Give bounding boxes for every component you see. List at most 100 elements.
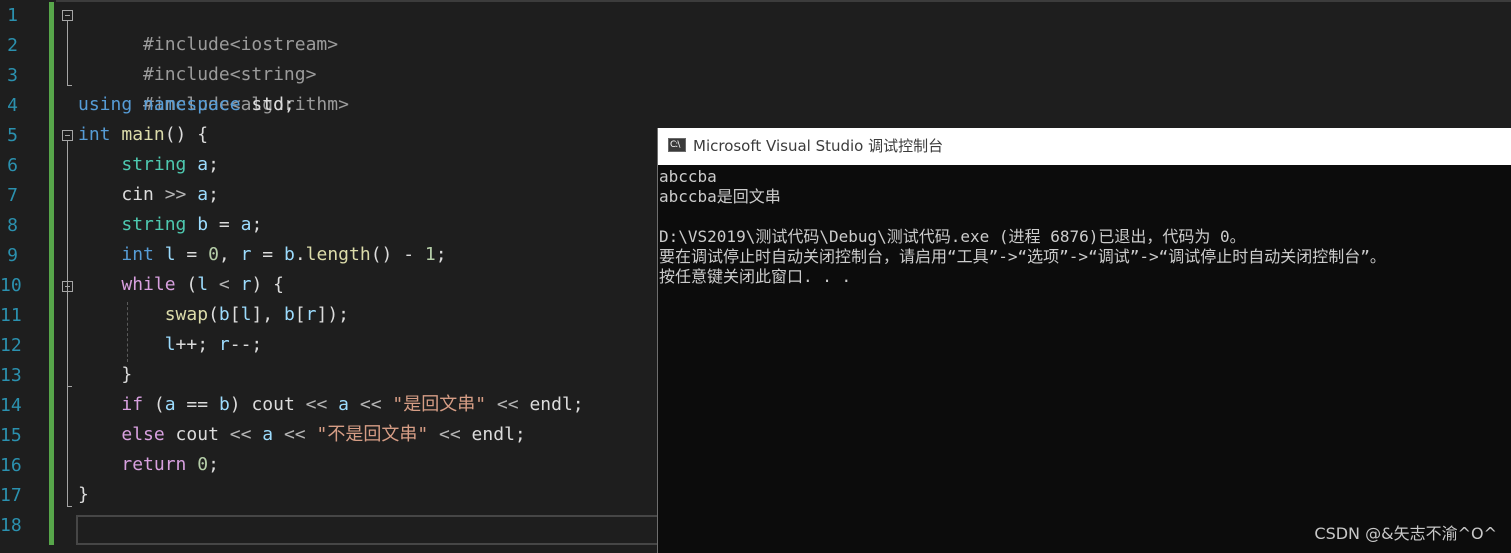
debug-console-window[interactable]: C:\ Microsoft Visual Studio 调试控制台 abccba… bbox=[657, 128, 1511, 553]
code-line-1[interactable]: #include<iostream> bbox=[78, 0, 338, 55]
operator: << bbox=[439, 424, 461, 445]
variable: l bbox=[164, 244, 176, 265]
code-line-5[interactable]: int main() { bbox=[78, 120, 208, 150]
code-text: } bbox=[78, 484, 89, 505]
code-text: } bbox=[121, 364, 133, 385]
line-number: 18 bbox=[0, 515, 22, 536]
code-line-17[interactable]: } bbox=[78, 480, 89, 510]
fold-end-marker bbox=[67, 506, 72, 507]
code-line-6[interactable]: string a; bbox=[78, 150, 219, 180]
operator: < bbox=[208, 274, 241, 295]
variable: r bbox=[218, 334, 230, 355]
code-text: , bbox=[218, 244, 241, 265]
variable: a bbox=[240, 214, 252, 235]
variable: r bbox=[240, 274, 252, 295]
console-line: D:\VS2019\测试代码\Debug\测试代码.exe (进程 6876)已… bbox=[659, 227, 1246, 246]
function-name: length bbox=[305, 244, 371, 265]
console-app-icon: C:\ bbox=[668, 138, 686, 152]
code-line-13[interactable]: } bbox=[78, 360, 132, 390]
line-number: 12 bbox=[0, 335, 22, 356]
keyword: int bbox=[121, 244, 154, 265]
variable: l bbox=[164, 334, 176, 355]
operator: << bbox=[305, 394, 328, 415]
code-text: ; bbox=[208, 454, 219, 475]
fold-end-marker bbox=[67, 386, 72, 387]
code-line-12[interactable]: l++; r--; bbox=[78, 330, 263, 360]
code-line-10[interactable]: while (l < r) { bbox=[78, 270, 284, 300]
code-text: ( bbox=[208, 304, 219, 325]
console-output[interactable]: abccba abccba是回文串 D:\VS2019\测试代码\Debug\测… bbox=[659, 167, 1509, 547]
line-number: 11 bbox=[0, 305, 22, 326]
keyword: namespace bbox=[143, 94, 241, 115]
code-text: cin bbox=[121, 184, 165, 205]
code-text: ]); bbox=[316, 304, 349, 325]
code-text: == bbox=[175, 394, 219, 415]
control-keyword: if bbox=[121, 394, 144, 415]
line-number: 4 bbox=[7, 95, 18, 116]
line-number: 3 bbox=[7, 65, 18, 86]
code-text: cout bbox=[164, 424, 230, 445]
variable: a bbox=[197, 154, 209, 175]
function-name: swap bbox=[164, 304, 209, 325]
fold-end-marker bbox=[67, 85, 72, 86]
variable: l bbox=[240, 304, 252, 325]
code-line-11[interactable]: swap(b[l], b[r]); bbox=[78, 300, 349, 330]
control-keyword: return bbox=[121, 454, 187, 475]
number-literal: 1 bbox=[424, 244, 436, 265]
collapse-toggle-icon[interactable] bbox=[62, 10, 73, 21]
variable: l bbox=[197, 274, 209, 295]
line-number: 1 bbox=[7, 5, 18, 26]
operator: << bbox=[229, 424, 252, 445]
line-number: 10 bbox=[0, 275, 22, 296]
code-text: ; bbox=[251, 214, 263, 235]
code-text: ++; bbox=[175, 334, 219, 355]
control-keyword: else bbox=[121, 424, 165, 445]
fold-guide-line bbox=[67, 21, 68, 85]
code-line-7[interactable]: cin >> a; bbox=[78, 180, 219, 210]
code-text: ) cout bbox=[229, 394, 306, 415]
console-line: 要在调试停止时自动关闭控制台，请启用“工具”->“选项”->“调试”->“调试停… bbox=[659, 247, 1386, 266]
code-text: () - bbox=[370, 244, 425, 265]
operator: << bbox=[283, 424, 306, 445]
code-text: = bbox=[175, 244, 209, 265]
variable: b bbox=[218, 304, 230, 325]
line-number: 7 bbox=[7, 185, 18, 206]
code-line-15[interactable]: else cout << a << "不是回文串" << endl; bbox=[78, 420, 525, 450]
code-text: = bbox=[208, 214, 241, 235]
code-text: [ bbox=[294, 304, 306, 325]
console-line: abccba bbox=[659, 167, 717, 186]
editor-gutter: 1 2 3 4 5 6 7 8 9 10 11 12 13 14 15 16 1… bbox=[0, 0, 56, 553]
number-literal: 0 bbox=[208, 244, 219, 265]
code-line-16[interactable]: return 0; bbox=[78, 450, 219, 480]
line-number: 17 bbox=[0, 485, 22, 506]
line-number: 15 bbox=[0, 425, 22, 446]
code-line-8[interactable]: string b = a; bbox=[78, 210, 262, 240]
line-number: 14 bbox=[0, 395, 22, 416]
collapse-toggle-icon[interactable] bbox=[62, 130, 73, 141]
code-line-2[interactable]: #include<string> bbox=[78, 30, 316, 85]
string-literal: "不是回文串" bbox=[316, 424, 429, 445]
code-line-3[interactable]: #include<algorithm> bbox=[78, 60, 349, 115]
line-number: 6 bbox=[7, 155, 18, 176]
code-text: ; bbox=[435, 244, 447, 265]
line-number: 16 bbox=[0, 455, 22, 476]
console-title: Microsoft Visual Studio 调试控制台 bbox=[693, 137, 944, 155]
code-line-9[interactable]: int l = 0, r = b.length() - 1; bbox=[78, 240, 447, 270]
code-text: ( bbox=[175, 274, 198, 295]
variable: a bbox=[197, 184, 209, 205]
collapse-toggle-icon[interactable] bbox=[62, 281, 73, 292]
code-line-14[interactable]: if (a == b) cout << a << "是回文串" << endl; bbox=[78, 390, 583, 420]
function-name: main bbox=[121, 124, 165, 145]
code-text: = bbox=[251, 244, 284, 265]
line-number: 2 bbox=[7, 35, 18, 56]
number-literal: 0 bbox=[197, 454, 209, 475]
code-text: () { bbox=[164, 124, 209, 145]
variable: b bbox=[197, 214, 209, 235]
line-number: 5 bbox=[7, 125, 18, 146]
console-title-bar[interactable]: C:\ Microsoft Visual Studio 调试控制台 bbox=[658, 128, 1511, 165]
keyword: int bbox=[78, 124, 111, 145]
code-line-4[interactable]: using namespace std; bbox=[78, 90, 295, 120]
code-text: ( bbox=[143, 394, 165, 415]
console-line: 按任意键关闭此窗口. . . bbox=[659, 267, 852, 286]
